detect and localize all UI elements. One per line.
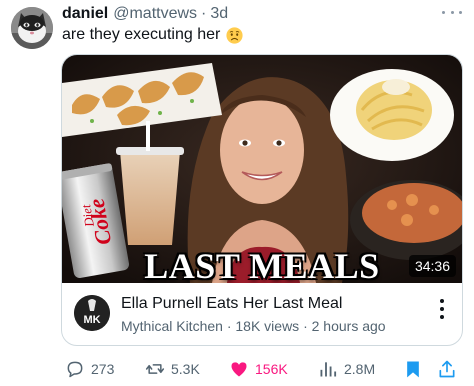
author-handle[interactable]: @mattvews [113,5,197,23]
video-meta[interactable]: MK Ella Purnell Eats Her Last Meal Mythi… [62,283,462,345]
tweet-timestamp[interactable]: 3d [210,5,228,23]
video-thumbnail[interactable]: Diet Coke LAST MEALS 34:36 [62,55,462,283]
retweet-count: 5.3K [171,361,200,377]
video-link-card[interactable]: Diet Coke LAST MEALS 34:36 MK Ella Purne… [61,54,463,346]
tweet-header: daniel @mattvews · 3d [62,5,228,25]
tweet: daniel @mattvews · 3d are they executing… [0,0,474,386]
reply-icon [67,361,83,378]
heart-icon [231,362,247,377]
header-separator: · [201,5,207,22]
share-icon [439,360,455,378]
tweet-text: are they executing her [62,26,243,44]
action-bar: 273 5.3K 156K 2.8M [61,356,463,382]
retweet-button[interactable]: 5.3K [145,356,200,382]
card-more-options-icon[interactable] [440,299,444,319]
bookmark-icon [407,361,419,378]
author-display-name[interactable]: daniel [62,5,108,23]
thumbnail-title-overlay: LAST MEALS [144,246,380,283]
mythical-kitchen-logo-icon[interactable]: MK [74,295,110,331]
cat-avatar-icon [11,7,53,49]
video-title[interactable]: Ella Purnell Eats Her Last Meal [121,295,342,313]
share-button[interactable] [437,356,457,382]
channel-icon-text: MK [83,314,100,326]
bookmark-button[interactable] [403,356,423,382]
tweet-text-content: are they executing her [62,26,221,43]
more-options-icon[interactable] [442,6,462,18]
view-count: 2.8M [344,361,376,377]
video-duration-badge: 34:36 [408,255,456,277]
views-button[interactable]: 2.8M [318,356,375,382]
video-subtitle: Mythical Kitchen · 18K views · 2 hours a… [121,318,386,334]
worried-face-emoji-icon [226,26,243,44]
reply-count: 273 [91,361,115,377]
author-avatar[interactable] [11,7,53,49]
retweet-icon [145,364,165,374]
views-chart-icon [320,362,337,377]
reply-button[interactable]: 273 [65,356,114,382]
like-button[interactable]: 156K [229,356,288,382]
like-count: 156K [255,361,288,377]
